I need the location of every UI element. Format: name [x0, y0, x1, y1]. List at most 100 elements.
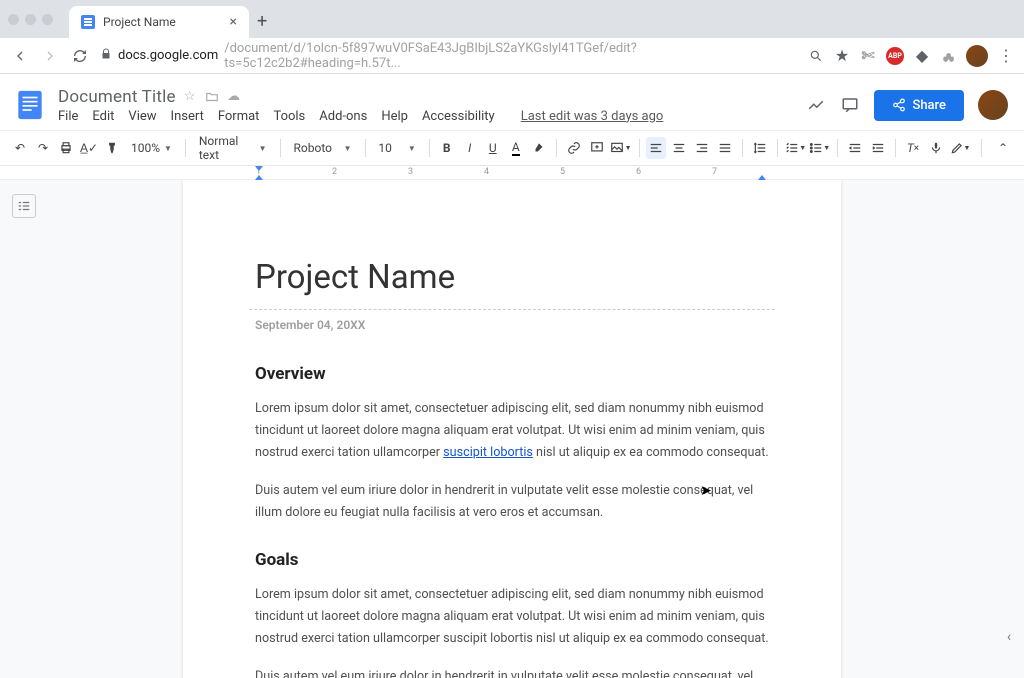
goals-paragraph-2[interactable]: Duis autem vel eum iriure dolor in hendr…	[255, 666, 769, 678]
reload-button[interactable]	[70, 46, 90, 66]
menu-accessibility[interactable]: Accessibility	[422, 109, 495, 124]
doc-date[interactable]: September 04, 20XX	[255, 318, 769, 332]
menu-view[interactable]: View	[128, 109, 156, 124]
font-dropdown[interactable]: Roboto▼	[288, 141, 358, 155]
close-window-icon[interactable]	[8, 14, 19, 25]
underline-button[interactable]: U	[483, 137, 503, 159]
cloud-status-icon[interactable]: ☁	[226, 89, 242, 105]
clear-formatting-button[interactable]: T×	[903, 137, 923, 159]
insert-image-button[interactable]: ▼	[610, 137, 632, 159]
address-bar[interactable]: docs.google.com/document/d/1olcn-5f897wu…	[100, 41, 798, 71]
checklist-button[interactable]: ▼	[785, 137, 806, 159]
text-color-button[interactable]: A	[506, 137, 526, 159]
profile-avatar-icon[interactable]	[966, 45, 988, 67]
overview-paragraph-1[interactable]: Lorem ipsum dolor sit amet, consectetuer…	[255, 398, 769, 464]
move-document-icon[interactable]	[204, 89, 220, 105]
voice-typing-button[interactable]	[926, 137, 946, 159]
goals-paragraph-1[interactable]: Lorem ipsum dolor sit amet, consectetuer…	[255, 584, 769, 650]
doc-title-heading[interactable]: Project Name	[255, 258, 769, 297]
share-label: Share	[912, 98, 946, 113]
menu-format[interactable]: Format	[218, 109, 260, 124]
goals-heading[interactable]: Goals	[255, 550, 769, 570]
paint-format-button[interactable]	[102, 137, 122, 159]
align-left-button[interactable]	[646, 137, 666, 159]
menu-edit[interactable]: Edit	[92, 109, 114, 124]
insert-comment-button[interactable]	[587, 137, 607, 159]
bold-button[interactable]: B	[437, 137, 457, 159]
redo-button[interactable]: ↷	[33, 137, 53, 159]
spellcheck-button[interactable]: A̲✓	[79, 137, 99, 159]
close-tab-icon[interactable]: ×	[230, 14, 237, 30]
document-canvas[interactable]: Project Name September 04, 20XX Overview…	[0, 180, 1024, 678]
align-center-button[interactable]	[669, 137, 689, 159]
menu-tools[interactable]: Tools	[273, 109, 305, 124]
chevron-down-icon: ▼	[823, 144, 830, 152]
docs-header: Document Title ☆ ☁ File Edit View Insert…	[0, 74, 1024, 130]
menu-file[interactable]: File	[58, 109, 78, 124]
document-page[interactable]: Project Name September 04, 20XX Overview…	[183, 180, 841, 678]
decrease-indent-button[interactable]	[845, 137, 865, 159]
print-button[interactable]	[56, 137, 76, 159]
horizontal-ruler[interactable]: 1 2 3 4 5 6 7	[0, 166, 1024, 180]
maximize-window-icon[interactable]	[42, 14, 53, 25]
zoom-dropdown[interactable]: 100%▼	[125, 141, 178, 155]
browser-menu-icon[interactable]: ⋮	[998, 48, 1014, 64]
chevron-down-icon: ▼	[625, 144, 632, 152]
forward-button[interactable]	[40, 46, 60, 66]
last-edit-link[interactable]: Last edit was 3 days ago	[521, 109, 664, 124]
browser-tab[interactable]: Project Name ×	[69, 6, 249, 38]
italic-button[interactable]: I	[460, 137, 480, 159]
align-justify-button[interactable]	[715, 137, 735, 159]
style-dropdown[interactable]: Normal text▼	[193, 134, 273, 162]
editing-mode-button[interactable]: ▼	[949, 137, 971, 159]
increase-indent-button[interactable]	[868, 137, 888, 159]
drive-extension-icon[interactable]: ◆	[914, 48, 930, 64]
window-controls	[8, 14, 53, 25]
chevron-down-icon: ▼	[799, 144, 806, 152]
undo-button[interactable]: ↶	[10, 137, 30, 159]
overview-paragraph-2[interactable]: Duis autem vel eum iriure dolor in hendr…	[255, 480, 769, 524]
chevron-down-icon: ▼	[259, 144, 267, 153]
bookmark-star-icon[interactable]: ★	[834, 48, 850, 64]
document-title[interactable]: Document Title	[58, 87, 176, 107]
menu-help[interactable]: Help	[381, 109, 408, 124]
adblock-extension-icon[interactable]: ABP	[886, 47, 904, 65]
tab-title: Project Name	[103, 15, 176, 29]
browser-nav-bar: docs.google.com/document/d/1olcn-5f897wu…	[0, 38, 1024, 74]
comments-icon[interactable]	[840, 95, 860, 115]
browser-actions: ★ ✄ ABP ◆ ⋮	[808, 45, 1014, 67]
back-button[interactable]	[10, 46, 30, 66]
activity-icon[interactable]	[806, 95, 826, 115]
docs-favicon-icon	[81, 15, 95, 29]
document-outline-button[interactable]	[12, 194, 36, 218]
chevron-down-icon: ▼	[964, 144, 971, 152]
new-tab-button[interactable]: +	[257, 11, 267, 32]
formatting-toolbar: ↶ ↷ A̲✓ 100%▼ Normal text▼ Roboto▼ 10▼ B…	[0, 130, 1024, 166]
account-avatar-icon[interactable]	[978, 90, 1008, 120]
star-document-icon[interactable]: ☆	[182, 89, 198, 105]
menu-addons[interactable]: Add-ons	[319, 109, 367, 124]
explore-panel-button[interactable]: ‹	[998, 626, 1020, 648]
docs-logo-icon[interactable]	[12, 87, 48, 123]
highlight-color-button[interactable]	[529, 137, 549, 159]
lock-icon	[100, 48, 112, 64]
chevron-down-icon: ▼	[408, 144, 416, 153]
search-url-icon[interactable]	[808, 48, 824, 64]
bullet-list-button[interactable]: ▼	[809, 137, 830, 159]
align-right-button[interactable]	[692, 137, 712, 159]
browser-tabstrip: Project Name × +	[0, 0, 1024, 38]
chevron-down-icon: ▼	[344, 144, 352, 153]
insert-link-button[interactable]	[564, 137, 584, 159]
overview-heading[interactable]: Overview	[255, 364, 769, 384]
minimize-window-icon[interactable]	[25, 14, 36, 25]
scissors-icon[interactable]: ✄	[860, 48, 876, 64]
menu-insert[interactable]: Insert	[171, 109, 204, 124]
extensions-menu-icon[interactable]	[940, 48, 956, 64]
collapse-toolbar-button[interactable]: ⌃	[992, 137, 1014, 159]
font-size-dropdown[interactable]: 10▼	[372, 141, 421, 155]
inline-link[interactable]: suscipit lobortis	[443, 445, 533, 460]
line-spacing-button[interactable]	[750, 137, 770, 159]
share-button[interactable]: Share	[874, 90, 964, 121]
url-domain: docs.google.com	[118, 48, 218, 63]
chevron-down-icon: ▼	[164, 144, 172, 153]
